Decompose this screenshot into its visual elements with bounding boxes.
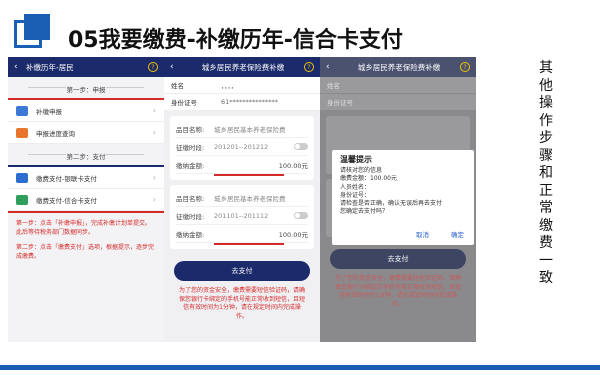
rural-credit-icon	[16, 194, 28, 205]
period-value: 201201--201212	[214, 142, 269, 151]
chevron-right-icon: ›	[152, 173, 156, 182]
go-pay-button[interactable]: 去支付	[330, 249, 466, 269]
id-row: 身份证号 61***************	[164, 94, 320, 111]
name-row: 姓名	[320, 77, 476, 94]
help-icon[interactable]: ?	[304, 62, 314, 72]
dialog-line: 人员姓名：	[340, 183, 371, 191]
highlight-bar	[214, 243, 284, 245]
step2-heading: 第二步：支付	[8, 144, 164, 165]
back-icon[interactable]: ‹	[170, 62, 182, 72]
progress-icon	[16, 127, 28, 138]
dialog-line: 缴费金额：100.00元	[340, 175, 397, 183]
instruction-note-1: 第一步：点击「补缴申报」，完成补缴计划单提交。此后等待税务部门数据同步。	[16, 220, 152, 236]
back-icon[interactable]: ‹	[14, 62, 26, 72]
payment-item-card: 品目名称: 城乡居民基本养老保险费 征缴时段: 201101--201112 缴纳金…	[170, 185, 314, 249]
item-value: 城乡居民基本养老保险费	[214, 194, 286, 203]
name-row: 姓名 ，，，，	[164, 77, 320, 94]
menu-item-progress[interactable]: 申报进度查询 ›	[8, 122, 164, 144]
period-value: 201101--201112	[214, 211, 269, 220]
menu-item-unionpay[interactable]: 缴费支付-银联卡支付 ›	[8, 167, 164, 189]
security-tip: 为了您的资金安全，缴费需要短信验证码，请确保您银行卡绑定的手机号能正常收到短信，…	[334, 275, 461, 308]
field-label: 身份证号	[171, 99, 197, 107]
dialog-line: 请检查是否正确，确认无误后再去支付	[340, 200, 443, 208]
confirm-dialog: 温馨提示 请核对您的信息 缴费金额：100.00元 人员姓名： 身份证号： 请检…	[332, 150, 474, 245]
item-label: 品目名称:	[176, 194, 205, 203]
security-tip: 为了您的资金安全，缴费需要短信验证码，请确保您银行卡绑定的手机号能正常收到短信，…	[178, 287, 305, 320]
item-value: 城乡居民基本养老保险费	[214, 125, 286, 134]
app-bar: ‹ 补缴历年-居民 ?	[8, 57, 164, 77]
amount-label: 缴纳金额:	[176, 230, 205, 239]
field-value: 61***************	[221, 98, 279, 106]
period-label: 征缴时段:	[176, 212, 205, 221]
amount-value: 100.00元	[278, 230, 308, 239]
chevron-right-icon: ›	[152, 195, 156, 204]
dialog-line: 身份证号：	[340, 191, 371, 199]
menu-label: 补缴申报	[36, 107, 62, 116]
dialog-actions: 取消 确定	[416, 231, 464, 239]
doc-edit-icon	[16, 105, 28, 116]
cancel-button[interactable]: 取消	[416, 231, 429, 239]
app-bar-title: 补缴历年-居民	[26, 62, 74, 72]
go-pay-button[interactable]: 去支付	[174, 261, 310, 281]
phone-screen-payment: ‹ 城乡居民养老保险费补缴 ? 姓名 ，，，， 身份证号 61*********…	[164, 57, 320, 342]
confirm-button[interactable]: 确定	[451, 231, 464, 239]
item-label: 品目名称:	[176, 125, 205, 134]
help-icon[interactable]: ?	[460, 62, 470, 72]
side-note: 其他操作步骤和正常缴费一致	[539, 60, 553, 286]
unionpay-icon	[16, 172, 28, 183]
period-label: 征缴时段:	[176, 143, 205, 152]
app-bar: ‹ 城乡居民养老保险费补缴 ?	[164, 57, 320, 77]
menu-item-declare[interactable]: 补缴申报 ›	[8, 100, 164, 122]
menu-item-rural-credit[interactable]: 缴费支付-信合卡支付 ›	[8, 189, 164, 211]
menu-label: 缴费支付-信合卡支付	[36, 196, 97, 205]
bottom-accent-line	[0, 365, 600, 370]
back-icon[interactable]: ‹	[326, 62, 338, 72]
chevron-right-icon: ›	[152, 106, 156, 115]
help-icon[interactable]: ?	[148, 62, 158, 72]
app-bar-title: 城乡居民养老保险费补缴	[357, 62, 441, 72]
app-bar: ‹ 城乡居民养老保险费补缴 ?	[320, 57, 476, 77]
menu-label: 缴费支付-银联卡支付	[36, 174, 97, 183]
instruction-note-2: 第二步：点击「缴费支付」选项，根据提示，逐步完成缴费。	[16, 244, 155, 260]
app-bar-title: 城乡居民养老保险费补缴	[201, 62, 285, 72]
chevron-right-icon: ›	[152, 128, 156, 137]
field-label: 身份证号	[327, 99, 353, 107]
select-toggle[interactable]	[294, 143, 308, 150]
brand-logo	[14, 14, 50, 50]
highlight-bar	[214, 174, 284, 176]
amount-value: 100.00元	[278, 161, 308, 170]
select-toggle[interactable]	[294, 212, 308, 219]
id-row: 身份证号	[320, 94, 476, 111]
payment-item-card: 品目名称: 城乡居民基本养老保险费 征缴时段: 201201--201212 缴纳金…	[170, 116, 314, 180]
dialog-line: 您确定去支付吗？	[340, 208, 389, 216]
step1-heading: 第一步：申报	[8, 77, 164, 98]
phone-screen-confirm: ‹ 城乡居民养老保险费补缴 ? 姓名 身份证号 去支付 为了您的资金安全，缴费需…	[320, 57, 476, 342]
menu-label: 申报进度查询	[36, 129, 75, 138]
field-value: ，，，，	[221, 82, 238, 90]
phone-screen-declare: ‹ 补缴历年-居民 ? 第一步：申报 补缴申报 › 申报进度查询 › 第二步：支…	[8, 57, 164, 342]
amount-label: 缴纳金额:	[176, 161, 205, 170]
field-label: 姓名	[171, 82, 184, 90]
dialog-title: 温馨提示	[340, 155, 372, 164]
slide-title: 05我要缴费-补缴历年-信合卡支付	[68, 28, 403, 53]
field-label: 姓名	[327, 82, 340, 90]
